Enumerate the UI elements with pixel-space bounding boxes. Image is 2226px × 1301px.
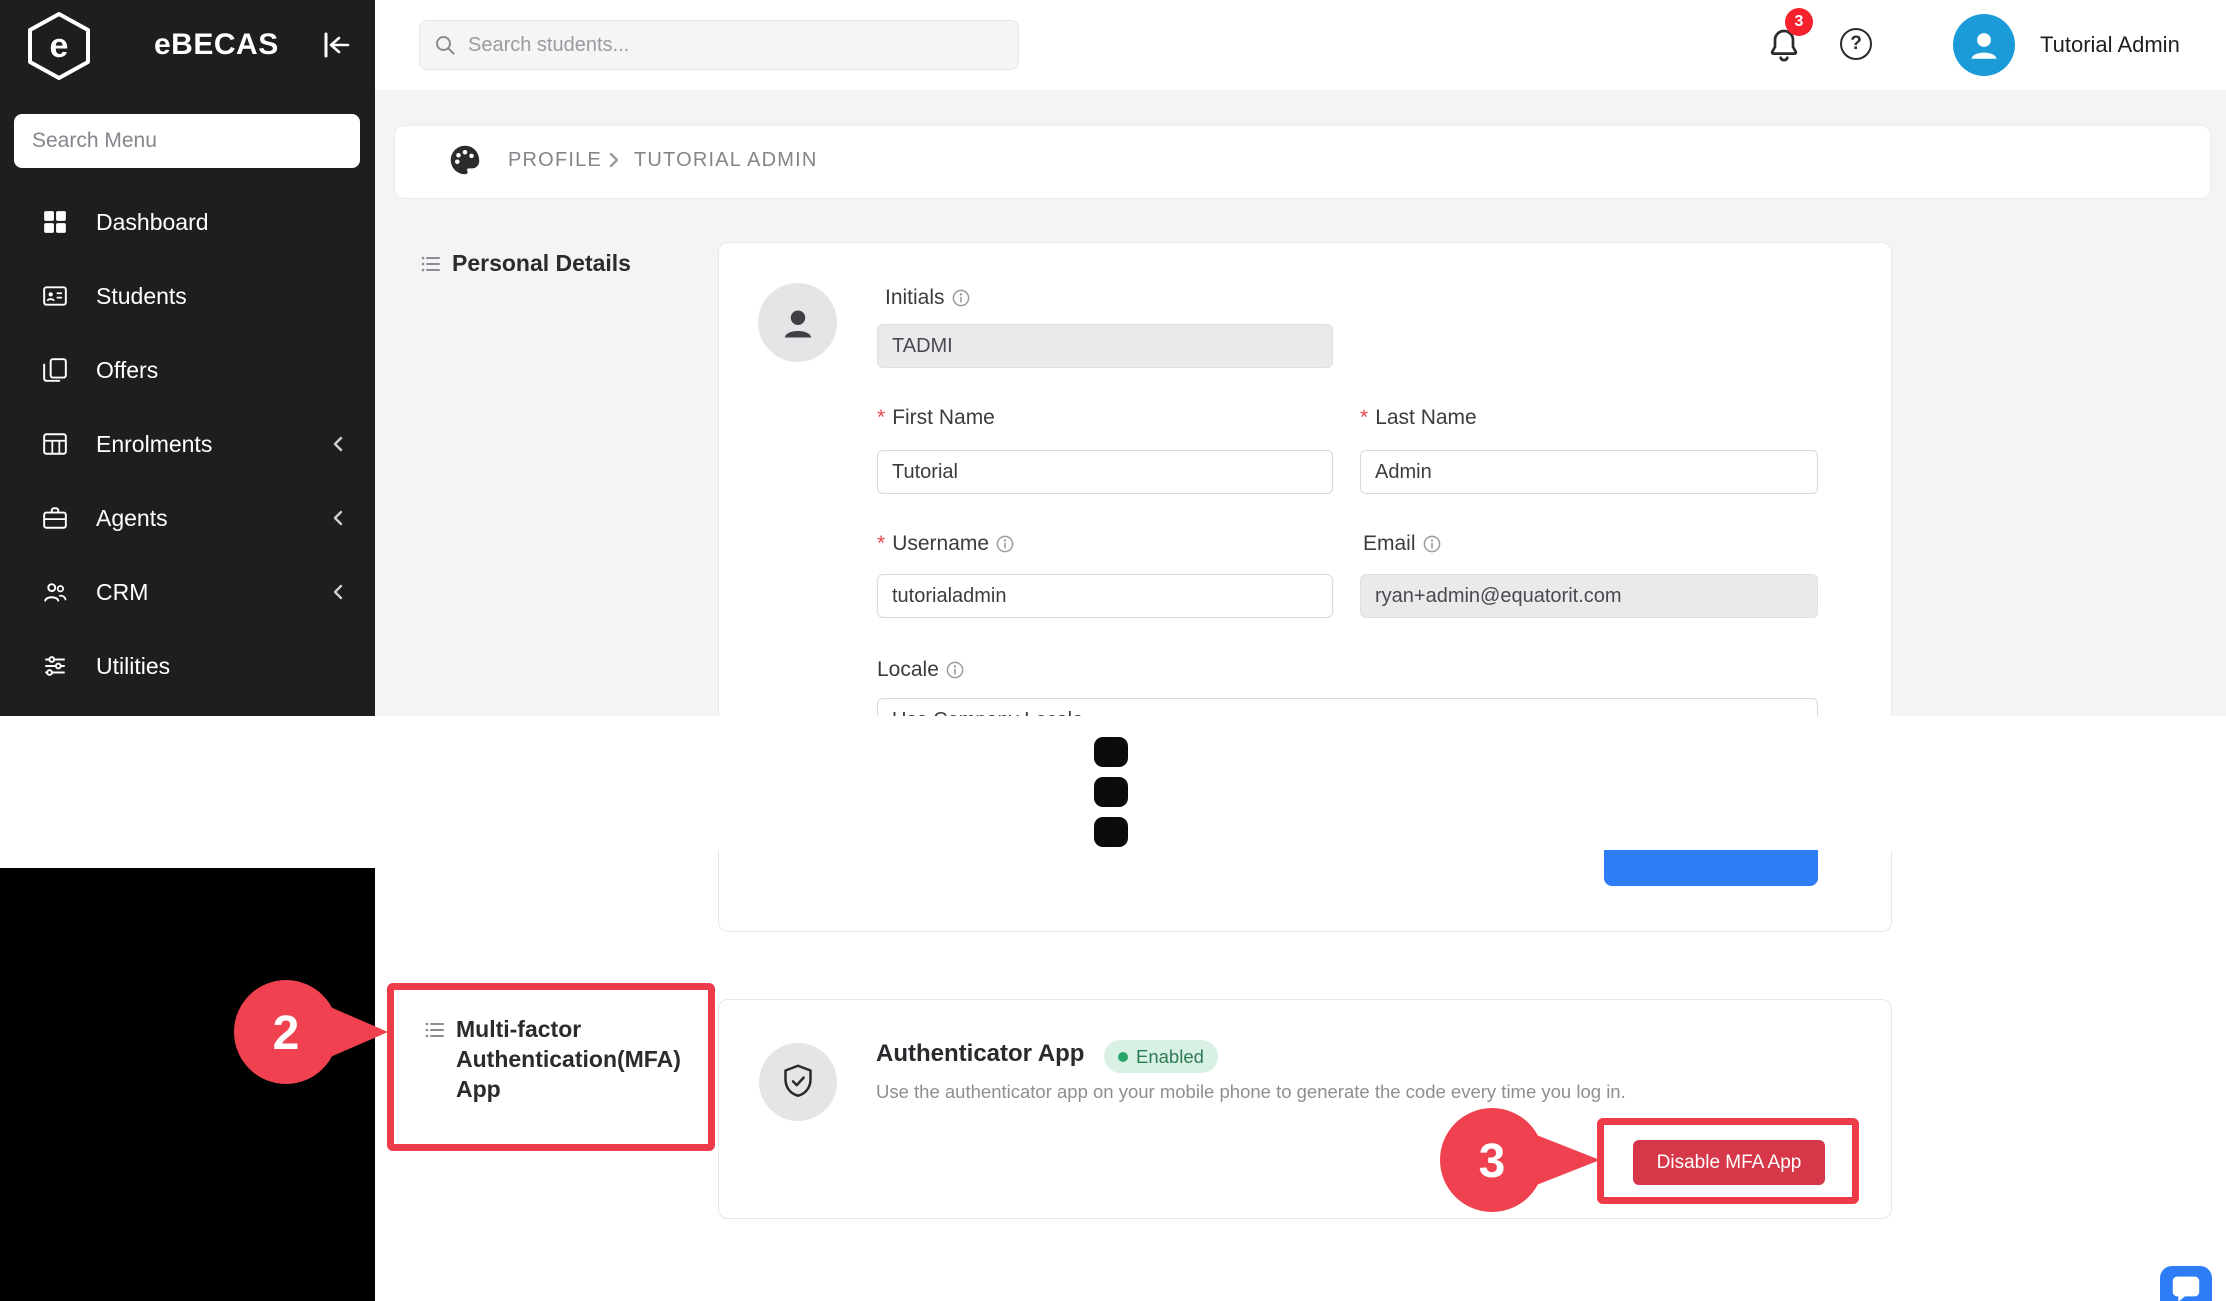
info-icon [952, 289, 970, 307]
username-label: * Username [877, 532, 1014, 556]
sidebar-item-utilities[interactable]: Utilities [0, 629, 375, 703]
offers-icon [42, 357, 68, 383]
students-icon [42, 283, 68, 309]
app-title: eBECAS [154, 28, 279, 62]
cut-indicator-dot [1094, 817, 1128, 847]
search-icon [434, 34, 456, 56]
user-avatar[interactable] [1953, 14, 2015, 76]
user-name[interactable]: Tutorial Admin [2040, 32, 2180, 58]
list-icon [424, 1019, 446, 1041]
sidebar-item-dashboard[interactable]: Dashboard [0, 185, 375, 259]
last-name-label: * Last Name [1360, 406, 1477, 430]
annotation-balloon-step2: 2 [228, 976, 393, 1088]
students-search-input[interactable] [466, 33, 1004, 58]
initials-label: Initials [885, 286, 970, 310]
chevron-left-icon [327, 581, 349, 603]
locale-label: Locale [877, 658, 964, 682]
info-icon [996, 535, 1014, 553]
nav-personal-details[interactable]: Personal Details [420, 250, 631, 277]
chat-launcher-button[interactable] [2160, 1266, 2212, 1301]
palette-icon [446, 141, 484, 179]
info-icon [946, 661, 964, 679]
first-name-field[interactable] [877, 450, 1333, 494]
initials-field [877, 324, 1333, 368]
sidebar-item-offers[interactable]: Offers [0, 333, 375, 407]
cut-indicator-dot [1094, 777, 1128, 807]
last-name-field[interactable] [1360, 450, 1818, 494]
sidebar-item-crm[interactable]: CRM [0, 555, 375, 629]
enrolments-icon [42, 431, 68, 457]
person-icon [1964, 25, 2004, 65]
chevron-left-icon [327, 507, 349, 529]
sidebar-item-label: CRM [96, 579, 148, 606]
required-marker: * [877, 532, 885, 556]
sidebar-item-label: Offers [96, 357, 158, 384]
sidebar-search-input[interactable] [14, 114, 360, 168]
sidebar-item-students[interactable]: Students [0, 259, 375, 333]
person-icon [777, 302, 819, 344]
svg-text:e: e [50, 27, 69, 65]
status-badge-label: Enabled [1136, 1046, 1204, 1068]
annotation-balloon-step3: 3 [1436, 1106, 1606, 1216]
utilities-icon [42, 653, 68, 679]
mfa-nav-label: Multi-factor Authentication(MFA) App [456, 1014, 681, 1104]
username-field[interactable] [877, 574, 1333, 618]
sidebar-item-label: Utilities [96, 653, 170, 680]
nav-mfa-app[interactable]: Multi-factor Authentication(MFA) App [424, 1014, 681, 1104]
ebecas-logo-icon: e [24, 10, 94, 80]
breadcrumb-current: TUTORIAL ADMIN [634, 149, 818, 172]
agents-icon [42, 505, 68, 531]
email-field [1360, 574, 1818, 618]
status-dot-icon [1118, 1052, 1128, 1062]
shield-avatar [759, 1043, 837, 1121]
chevron-left-icon [327, 433, 349, 455]
shield-icon [778, 1062, 818, 1102]
info-icon [1423, 535, 1441, 553]
svg-text:3: 3 [1479, 1135, 1506, 1188]
list-icon [420, 253, 442, 275]
dashboard-icon [42, 209, 68, 235]
crm-icon [42, 579, 68, 605]
help-icon[interactable]: ? [1840, 28, 1872, 60]
authenticator-description: Use the authenticator app on your mobile… [876, 1081, 1626, 1103]
chevron-right-icon [604, 150, 624, 170]
students-search [419, 20, 1019, 70]
email-label: Email [1363, 532, 1441, 556]
sidebar-item-label: Dashboard [96, 209, 209, 236]
sidebar-item-label: Students [96, 283, 187, 310]
first-name-label: * First Name [877, 406, 995, 430]
profile-avatar [758, 283, 837, 362]
breadcrumb-section[interactable]: PROFILE [508, 149, 602, 172]
notification-count-badge: 3 [1785, 8, 1813, 36]
cut-indicator-dot [1094, 737, 1128, 767]
sidebar-collapse-icon[interactable] [318, 30, 352, 60]
sidebar-menu: Dashboard Students Offers Enrolments [0, 185, 375, 703]
personal-details-label: Personal Details [452, 250, 631, 277]
required-marker: * [877, 406, 885, 430]
sidebar-item-enrolments[interactable]: Enrolments [0, 407, 375, 481]
authenticator-title: Authenticator App [876, 1040, 1084, 1068]
enabled-status-badge: Enabled [1104, 1040, 1218, 1073]
chat-bubble-icon [2164, 1270, 2208, 1301]
ebecas-app: e eBECAS Dashboard Students Offers [0, 0, 2226, 1301]
sidebar-item-label: Agents [96, 505, 168, 532]
required-marker: * [1360, 406, 1368, 430]
disable-mfa-button[interactable]: Disable MFA App [1633, 1140, 1825, 1185]
sidebar-item-label: Enrolments [96, 431, 212, 458]
svg-text:2: 2 [273, 1007, 300, 1060]
sidebar-item-agents[interactable]: Agents [0, 481, 375, 555]
